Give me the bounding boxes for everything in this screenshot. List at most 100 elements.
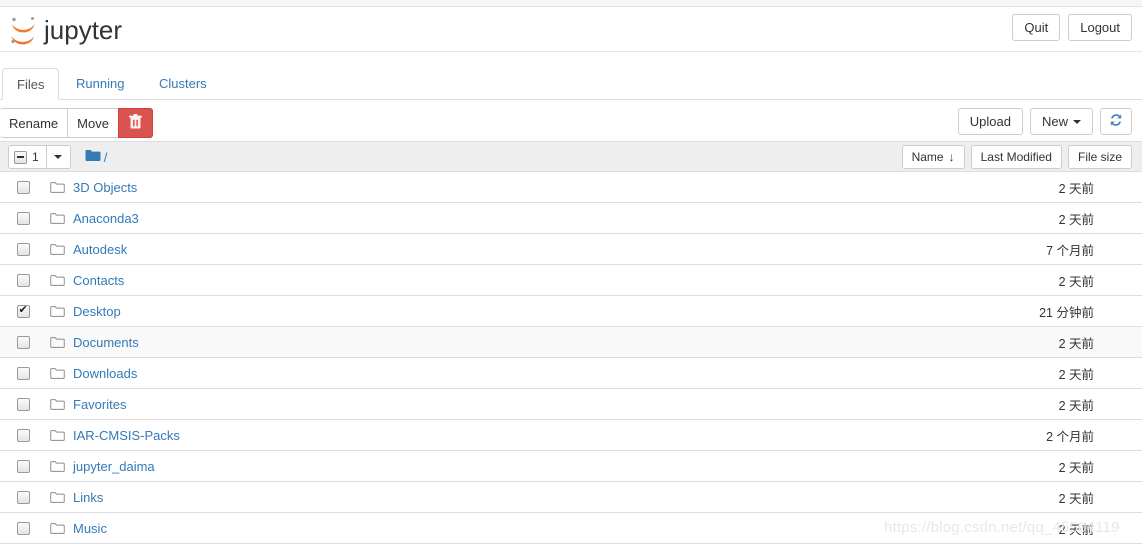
table-row[interactable]: Desktop 21 分钟前 <box>0 296 1142 327</box>
arrow-down-icon: ↓ <box>948 150 955 164</box>
folder-icon <box>50 305 65 318</box>
header-actions: Quit Logout <box>1012 14 1132 41</box>
folder-icon <box>50 243 65 256</box>
select-all-control[interactable]: 1 <box>8 145 47 169</box>
folder-icon <box>50 336 65 349</box>
folder-icon <box>50 429 65 442</box>
file-name-link[interactable]: Links <box>73 490 103 505</box>
row-checkbox[interactable] <box>17 304 30 318</box>
file-name-link[interactable]: jupyter_daima <box>73 459 155 474</box>
file-name-link[interactable]: Music <box>73 521 107 536</box>
folder-icon <box>50 460 65 473</box>
new-button[interactable]: New <box>1029 108 1093 135</box>
selected-count: 1 <box>32 149 39 164</box>
folder-icon <box>50 212 65 225</box>
folder-icon <box>50 398 65 411</box>
folder-icon <box>50 274 65 287</box>
select-all-checkbox[interactable] <box>14 150 27 164</box>
folder-icon <box>50 491 65 504</box>
file-modified-time: 2 天前 <box>1058 181 1094 196</box>
refresh-button[interactable] <box>1100 108 1132 135</box>
tab-clusters[interactable]: Clusters <box>145 68 221 100</box>
file-modified-time: 7 个月前 <box>1046 243 1094 258</box>
file-name-link[interactable]: Downloads <box>73 366 137 381</box>
logout-button[interactable]: Logout <box>1068 14 1132 41</box>
sort-controls: Name ↓ Last Modified File size <box>901 145 1132 169</box>
file-modified-time: 2 天前 <box>1058 274 1094 289</box>
row-checkbox[interactable] <box>17 273 30 287</box>
sort-by-name-button[interactable]: Name ↓ <box>901 145 965 169</box>
list-toolbar: 1 / Name ↓ Last Modified File size <box>0 141 1142 172</box>
folder-icon <box>50 522 65 535</box>
row-checkbox[interactable] <box>17 211 30 225</box>
file-name-link[interactable]: IAR-CMSIS-Packs <box>73 428 180 443</box>
table-row[interactable]: Downloads 2 天前 <box>0 358 1142 389</box>
file-modified-time: 2 个月前 <box>1046 429 1094 444</box>
tab-files[interactable]: Files <box>2 68 60 100</box>
table-row[interactable]: Contacts 2 天前 <box>0 265 1142 296</box>
table-row[interactable]: Anaconda3 2 天前 <box>0 203 1142 234</box>
caret-down-icon <box>54 155 63 159</box>
file-modified-time: 2 天前 <box>1058 522 1094 537</box>
file-modified-time: 2 天前 <box>1058 212 1094 227</box>
brand-title: jupyter <box>44 15 123 45</box>
select-all-group: 1 <box>8 145 71 169</box>
table-row[interactable]: Links 2 天前 <box>0 482 1142 513</box>
row-checkbox[interactable] <box>17 335 30 349</box>
tab-bar: Files Running Clusters <box>0 68 1142 100</box>
move-button[interactable]: Move <box>67 108 119 138</box>
row-checkbox[interactable] <box>17 397 30 411</box>
row-checkbox[interactable] <box>17 428 30 442</box>
top-edge-strip <box>0 0 1142 7</box>
row-checkbox[interactable] <box>17 490 30 504</box>
select-all-dropdown[interactable] <box>46 145 71 169</box>
folder-icon <box>85 149 101 165</box>
file-name-link[interactable]: Anaconda3 <box>73 211 139 226</box>
breadcrumb-path: / <box>103 149 108 165</box>
jupyter-logo-icon <box>8 14 39 47</box>
file-name-link[interactable]: Documents <box>73 335 139 350</box>
file-name-link[interactable]: Autodesk <box>73 242 127 257</box>
file-name-link[interactable]: 3D Objects <box>73 180 137 195</box>
file-name-link[interactable]: Desktop <box>73 304 121 319</box>
row-checkbox[interactable] <box>17 521 30 535</box>
chevron-down-icon <box>1073 119 1081 124</box>
create-actions-group: Upload New <box>957 108 1132 135</box>
file-modified-time: 21 分钟前 <box>1039 305 1094 320</box>
brand[interactable]: jupyter <box>8 10 122 50</box>
new-button-label: New <box>1041 114 1068 129</box>
file-name-link[interactable]: Contacts <box>73 273 124 288</box>
page-header: jupyter Quit Logout <box>0 8 1142 52</box>
trash-icon <box>128 114 142 132</box>
folder-icon <box>50 367 65 380</box>
table-row[interactable]: IAR-CMSIS-Packs 2 个月前 <box>0 420 1142 451</box>
table-row[interactable]: 3D Objects 2 天前 <box>0 172 1142 203</box>
refresh-icon <box>1109 113 1123 130</box>
table-row[interactable]: Music 2 天前 <box>0 513 1142 544</box>
file-modified-time: 2 天前 <box>1058 460 1094 475</box>
table-row[interactable]: Favorites 2 天前 <box>0 389 1142 420</box>
file-list: 3D Objects 2 天前 Anaconda3 2 天前 Autodesk 7 个月前… <box>0 172 1142 544</box>
table-row[interactable]: Autodesk 7 个月前 <box>0 234 1142 265</box>
delete-button[interactable] <box>117 108 153 138</box>
file-name-link[interactable]: Favorites <box>73 397 126 412</box>
quit-button[interactable]: Quit <box>1012 14 1061 41</box>
table-row[interactable]: Documents 2 天前 <box>0 327 1142 358</box>
file-modified-time: 2 天前 <box>1058 491 1094 506</box>
row-checkbox[interactable] <box>17 242 30 256</box>
tab-running[interactable]: Running <box>62 68 138 100</box>
rename-button[interactable]: Rename <box>0 108 69 138</box>
row-checkbox[interactable] <box>17 366 30 380</box>
sort-by-last-modified-button[interactable]: Last Modified <box>970 145 1062 169</box>
upload-button[interactable]: Upload <box>957 108 1023 135</box>
list-toolbar-left: 1 / <box>8 145 107 169</box>
row-checkbox[interactable] <box>17 180 30 194</box>
sort-by-file-size-button[interactable]: File size <box>1067 145 1132 169</box>
table-row[interactable]: jupyter_daima 2 天前 <box>0 451 1142 482</box>
breadcrumb[interactable]: / <box>85 149 108 165</box>
action-toolbar: Rename Move Upload New <box>0 108 1142 138</box>
row-checkbox[interactable] <box>17 459 30 473</box>
file-modified-time: 2 天前 <box>1058 398 1094 413</box>
sort-name-label: Name <box>911 150 944 164</box>
file-modified-time: 2 天前 <box>1058 367 1094 382</box>
